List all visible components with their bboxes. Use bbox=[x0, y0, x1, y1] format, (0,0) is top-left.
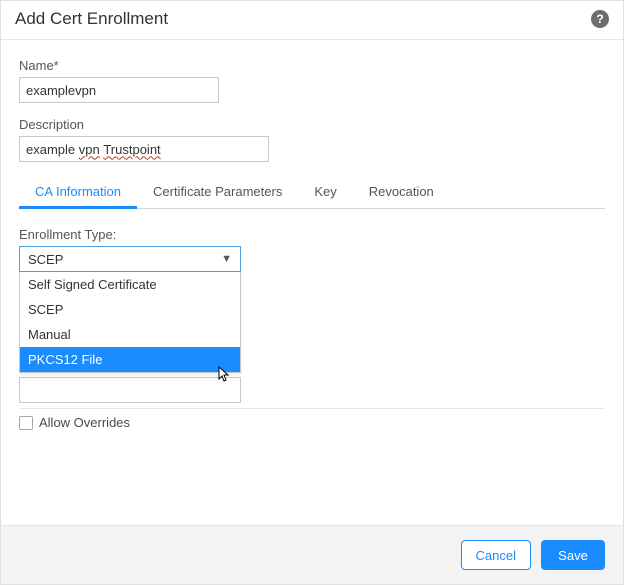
tab-key[interactable]: Key bbox=[298, 176, 352, 208]
tab-ca-information[interactable]: CA Information bbox=[19, 176, 137, 208]
modal-body: Name* Description example vpn Trustpoint… bbox=[1, 40, 623, 525]
confirm-password-input[interactable] bbox=[19, 377, 241, 403]
option-self-signed[interactable]: Self Signed Certificate bbox=[20, 272, 240, 297]
option-pkcs12-file[interactable]: PKCS12 File bbox=[20, 347, 240, 372]
chevron-down-icon: ▼ bbox=[221, 253, 232, 265]
ca-info-panel[interactable]: Enrollment Type: SCEP ▼ Self Signed Cert… bbox=[19, 209, 605, 409]
tab-revocation[interactable]: Revocation bbox=[353, 176, 450, 208]
enrollment-type-label: Enrollment Type: bbox=[19, 227, 595, 242]
enrollment-type-select[interactable]: SCEP ▼ Self Signed Certificate SCEP Manu… bbox=[19, 246, 241, 272]
description-input[interactable]: example vpn Trustpoint bbox=[19, 136, 269, 162]
desc-text-plain: example bbox=[26, 142, 79, 157]
help-icon[interactable]: ? bbox=[591, 10, 609, 28]
allow-overrides-label: Allow Overrides bbox=[39, 415, 130, 430]
enrollment-type-value: SCEP bbox=[28, 252, 63, 267]
modal-title: Add Cert Enrollment bbox=[15, 9, 168, 29]
desc-text-err1: vpn bbox=[79, 142, 100, 157]
name-label: Name* bbox=[19, 58, 605, 73]
tab-certificate-parameters[interactable]: Certificate Parameters bbox=[137, 176, 298, 208]
enrollment-type-display[interactable]: SCEP ▼ bbox=[19, 246, 241, 272]
option-scep[interactable]: SCEP bbox=[20, 297, 240, 322]
enrollment-type-dropdown: Self Signed Certificate SCEP Manual PKCS… bbox=[19, 272, 241, 373]
modal-header: Add Cert Enrollment ? bbox=[1, 1, 623, 40]
allow-overrides-row: Allow Overrides bbox=[19, 409, 605, 434]
cancel-button[interactable]: Cancel bbox=[461, 540, 531, 570]
name-input[interactable] bbox=[19, 77, 219, 103]
desc-text-err2: Trustpoint bbox=[103, 142, 160, 157]
tab-bar: CA Information Certificate Parameters Ke… bbox=[19, 176, 605, 209]
save-button[interactable]: Save bbox=[541, 540, 605, 570]
modal: Add Cert Enrollment ? Name* Description … bbox=[0, 0, 624, 585]
allow-overrides-checkbox[interactable] bbox=[19, 416, 33, 430]
modal-footer: Cancel Save bbox=[1, 525, 623, 584]
option-manual[interactable]: Manual bbox=[20, 322, 240, 347]
description-label: Description bbox=[19, 117, 605, 132]
